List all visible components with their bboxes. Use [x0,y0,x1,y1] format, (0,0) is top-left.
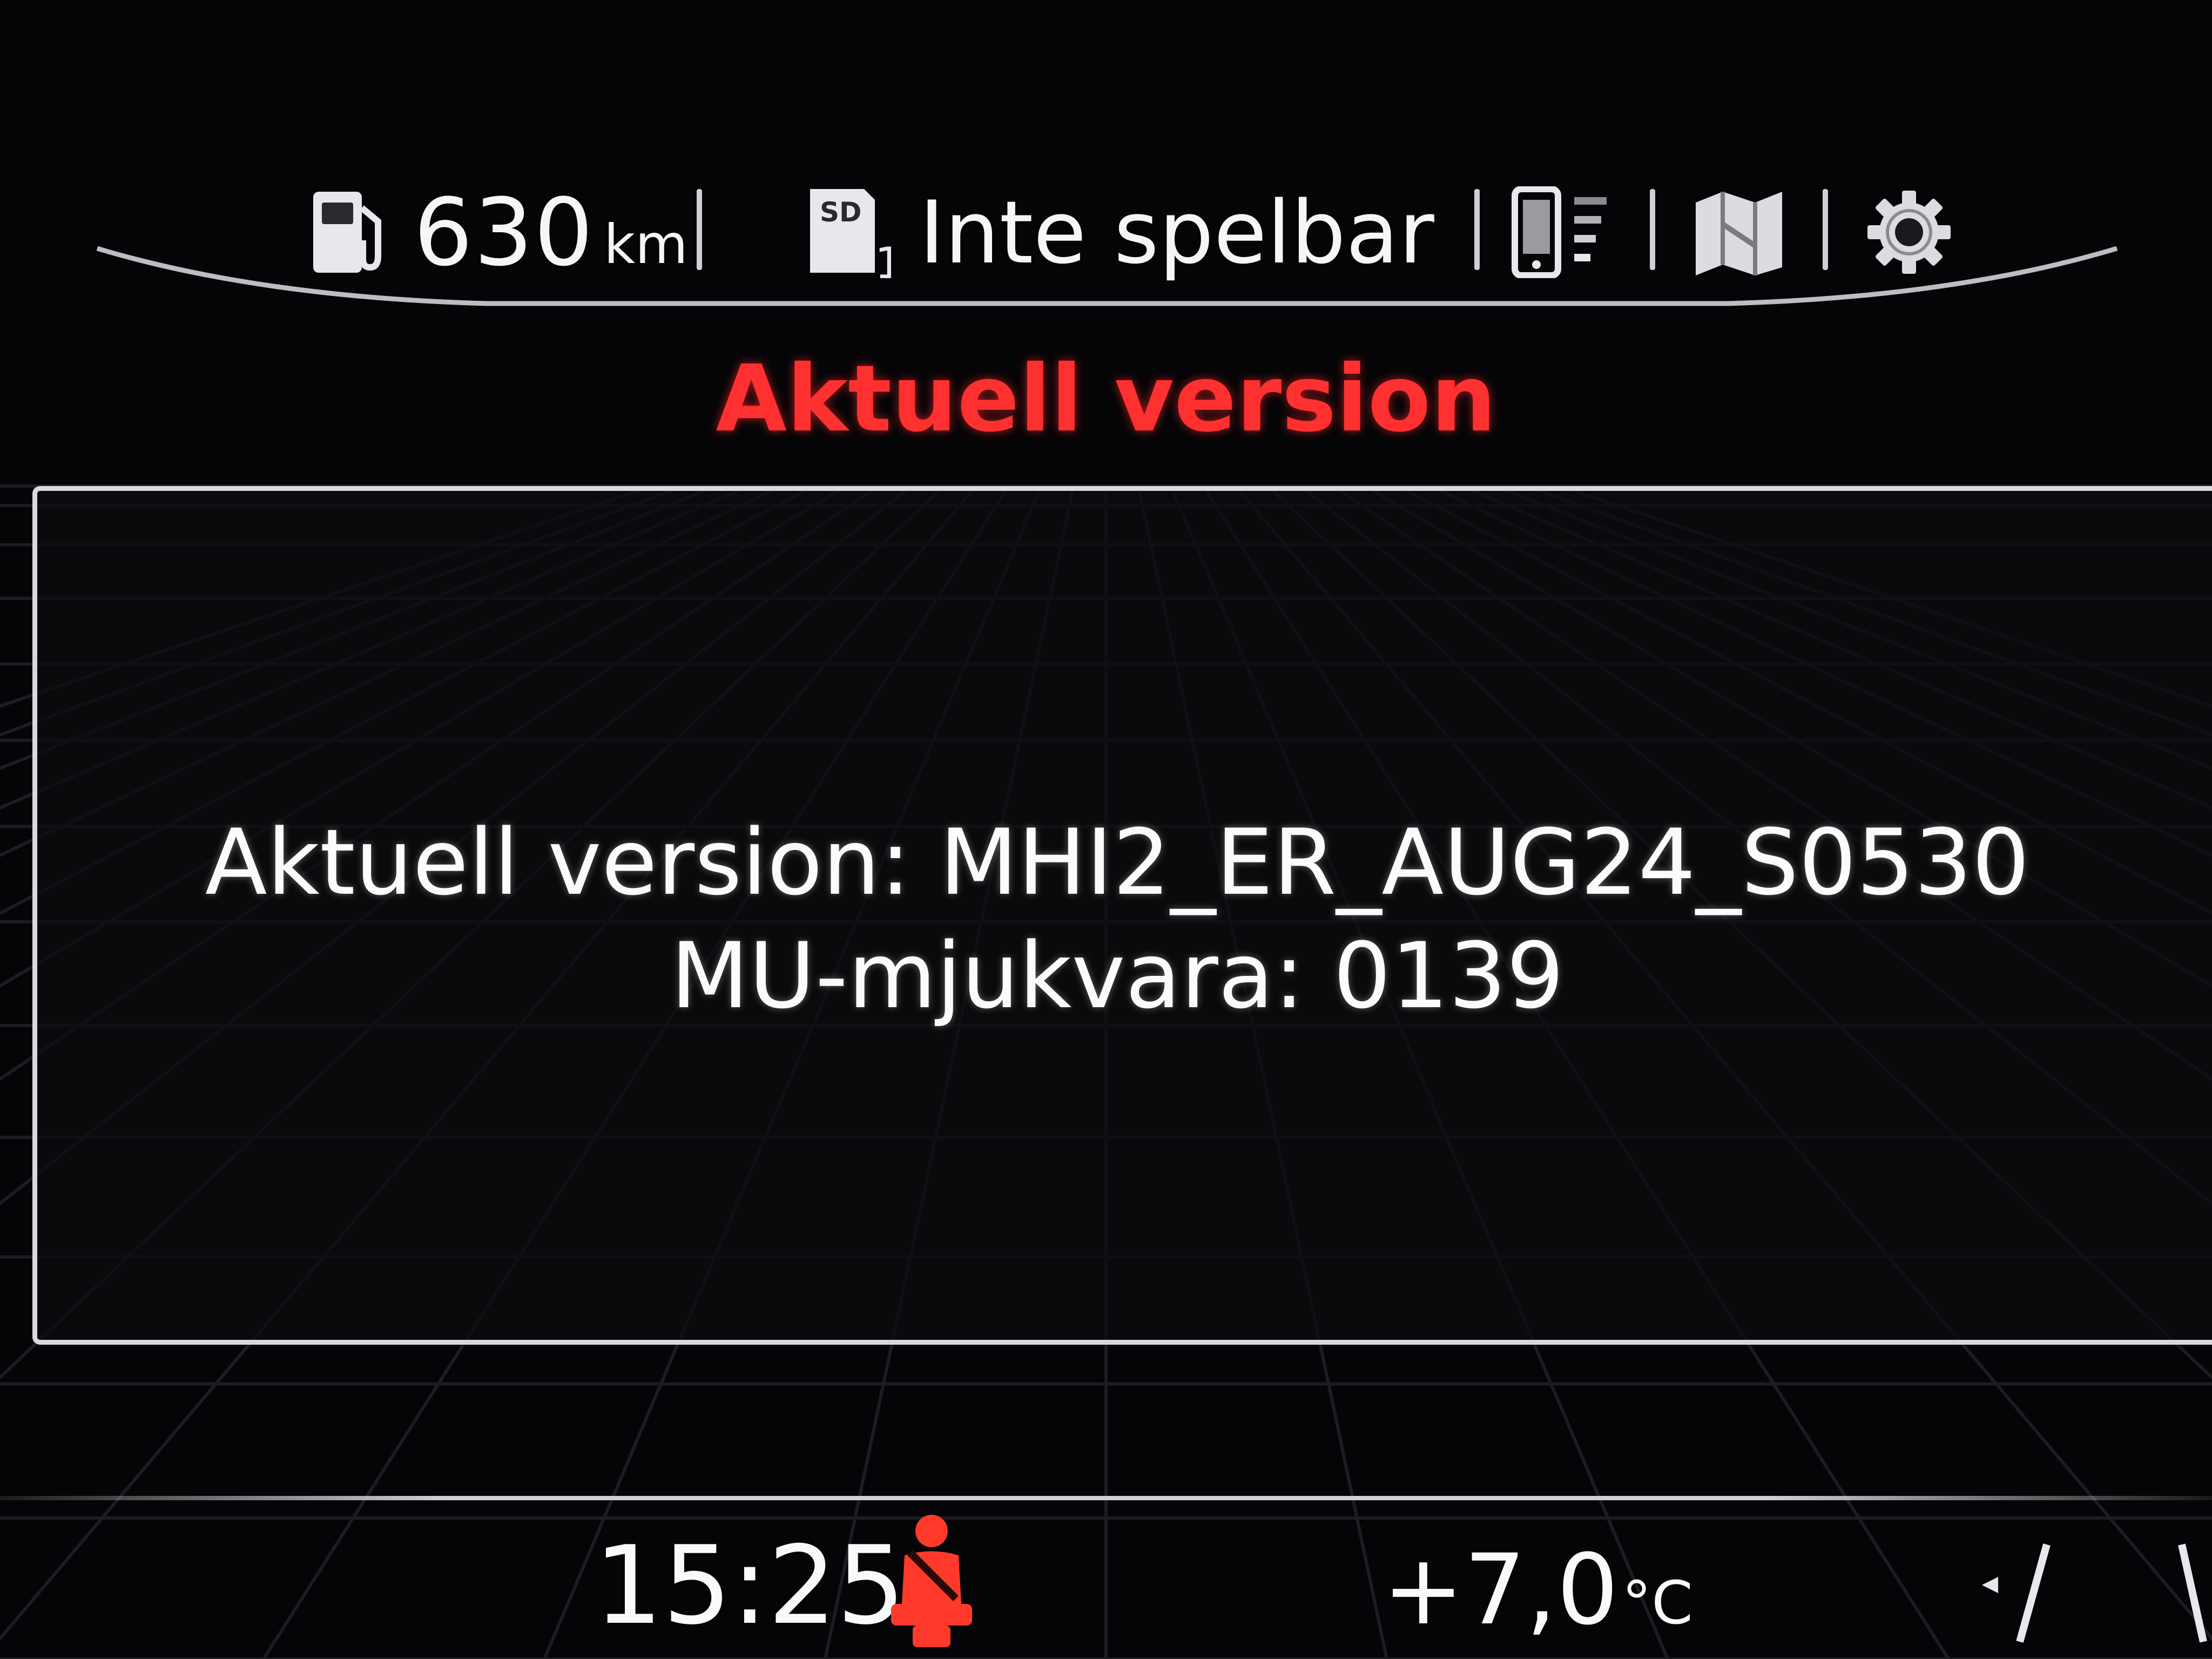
separator [1650,189,1655,270]
navigation-status[interactable] [1690,178,1788,286]
sd-card-number: 1 [875,238,891,281]
media-status: Inte spelbar [919,181,1434,283]
range-value: 630 [414,178,595,287]
temperature-value: +7,0 [1382,1534,1619,1647]
separator [1474,189,1480,270]
gauge-marks [1977,1534,2209,1659]
sd-card-icon: SD 1 [799,184,891,281]
mu-software-text: MU-mjukvara: 0139 [670,923,1564,1029]
map-icon [1690,186,1788,278]
bottom-divider [0,1496,2212,1500]
top-status-bar: 630 km SD 1 Inte spelbar [0,162,2212,313]
current-version-text: Aktuell version: MHI2_ER_AUG24_S0530 [205,810,2030,915]
media-source[interactable]: SD 1 Inte spelbar [799,178,1434,286]
fuel-range[interactable]: 630 km [302,178,688,287]
separator [697,189,702,270]
bottom-status-bar: 15:25 +7,0°C [0,1501,2212,1659]
phone-signal-icon [1507,186,1626,278]
temperature-unit: °C [1622,1568,1693,1637]
phone-status[interactable] [1507,178,1626,286]
range-unit: km [604,212,688,276]
clock: 15:25 [594,1523,906,1649]
fuel-pump-icon [302,186,394,278]
settings[interactable] [1863,178,1955,286]
outside-temperature: +7,0°C [1382,1534,1693,1647]
seatbelt-warning-icon [880,1512,977,1655]
separator [1823,189,1828,270]
page-title: Aktuell version [716,346,1496,453]
version-info-panel: Aktuell version: MHI2_ER_AUG24_S0530 MU-… [32,486,2212,1345]
gear-icon [1863,186,1955,278]
sd-card-label: SD [820,197,862,228]
